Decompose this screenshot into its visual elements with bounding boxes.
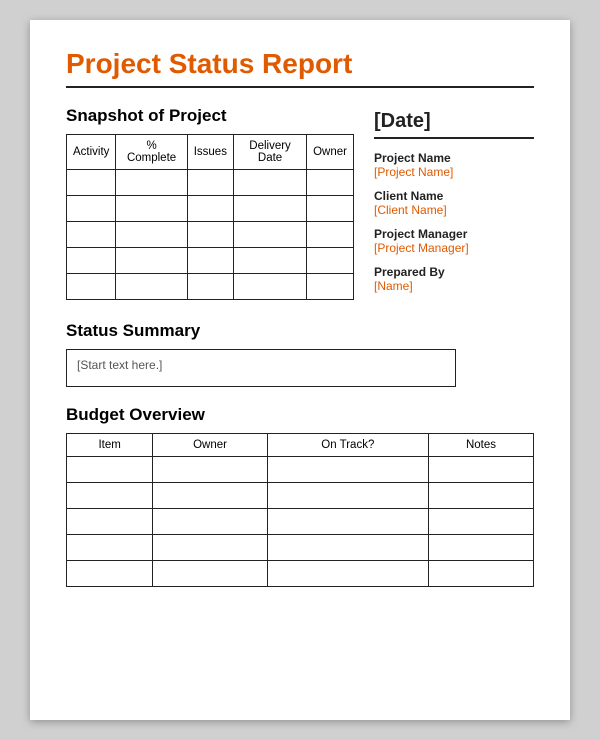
- snapshot-cell[interactable]: [233, 274, 306, 300]
- snapshot-cell[interactable]: [116, 170, 187, 196]
- snapshot-cell[interactable]: [67, 170, 116, 196]
- project-manager-label: Project Manager: [374, 227, 534, 241]
- main-content: Snapshot of Project Activity% CompleteIs…: [66, 106, 534, 303]
- project-manager-value: [Project Manager]: [374, 241, 534, 255]
- prepared-by-value: [Name]: [374, 279, 534, 293]
- snapshot-cell[interactable]: [116, 274, 187, 300]
- snapshot-cell[interactable]: [67, 196, 116, 222]
- title-divider: [66, 86, 534, 88]
- status-placeholder: [Start text here.]: [77, 358, 162, 372]
- snapshot-col-header: Delivery Date: [233, 135, 306, 170]
- date-divider: [374, 137, 534, 139]
- snapshot-cell[interactable]: [233, 248, 306, 274]
- budget-col-header: Owner: [153, 434, 267, 457]
- budget-cell[interactable]: [428, 457, 533, 483]
- budget-cell[interactable]: [267, 561, 428, 587]
- budget-header-row: ItemOwnerOn Track?Notes: [67, 434, 534, 457]
- snapshot-cell[interactable]: [187, 170, 233, 196]
- budget-cell[interactable]: [67, 561, 153, 587]
- snapshot-cell[interactable]: [116, 248, 187, 274]
- table-row: [67, 483, 534, 509]
- table-row: [67, 274, 354, 300]
- table-row: [67, 535, 534, 561]
- budget-cell[interactable]: [153, 535, 267, 561]
- prepared-by-block: Prepared By [Name]: [374, 265, 534, 293]
- snapshot-cell[interactable]: [187, 248, 233, 274]
- report-title: Project Status Report: [66, 48, 534, 80]
- budget-col-header: Item: [67, 434, 153, 457]
- project-manager-block: Project Manager [Project Manager]: [374, 227, 534, 255]
- snapshot-col-header: Activity: [67, 135, 116, 170]
- table-row: [67, 196, 354, 222]
- snapshot-cell[interactable]: [187, 222, 233, 248]
- client-name-value: [Client Name]: [374, 203, 534, 217]
- snapshot-cell[interactable]: [116, 222, 187, 248]
- budget-cell[interactable]: [428, 561, 533, 587]
- snapshot-cell[interactable]: [307, 274, 354, 300]
- budget-cell[interactable]: [428, 535, 533, 561]
- status-heading: Status Summary: [66, 321, 534, 341]
- date-placeholder: [Date]: [374, 110, 534, 133]
- snapshot-heading: Snapshot of Project: [66, 106, 354, 126]
- budget-cell[interactable]: [67, 509, 153, 535]
- budget-cell[interactable]: [267, 457, 428, 483]
- table-row: [67, 457, 534, 483]
- snapshot-header-row: Activity% CompleteIssuesDelivery DateOwn…: [67, 135, 354, 170]
- snapshot-col-header: Owner: [307, 135, 354, 170]
- project-name-value: [Project Name]: [374, 165, 534, 179]
- snapshot-cell[interactable]: [307, 196, 354, 222]
- snapshot-cell[interactable]: [307, 248, 354, 274]
- budget-col-header: Notes: [428, 434, 533, 457]
- budget-cell[interactable]: [428, 483, 533, 509]
- snapshot-table: Activity% CompleteIssuesDelivery DateOwn…: [66, 134, 354, 300]
- budget-cell[interactable]: [153, 457, 267, 483]
- table-row: [67, 248, 354, 274]
- budget-cell[interactable]: [153, 561, 267, 587]
- snapshot-cell[interactable]: [233, 196, 306, 222]
- snapshot-cell[interactable]: [67, 274, 116, 300]
- budget-cell[interactable]: [267, 483, 428, 509]
- budget-table: ItemOwnerOn Track?Notes: [66, 433, 534, 587]
- report-page: Project Status Report Snapshot of Projec…: [30, 20, 570, 720]
- snapshot-cell[interactable]: [67, 222, 116, 248]
- client-name-label: Client Name: [374, 189, 534, 203]
- table-row: [67, 170, 354, 196]
- snapshot-col-header: Issues: [187, 135, 233, 170]
- table-row: [67, 222, 354, 248]
- budget-cell[interactable]: [267, 535, 428, 561]
- snapshot-cell[interactable]: [187, 274, 233, 300]
- table-row: [67, 561, 534, 587]
- prepared-by-label: Prepared By: [374, 265, 534, 279]
- budget-cell[interactable]: [267, 509, 428, 535]
- snapshot-col-header: % Complete: [116, 135, 187, 170]
- snapshot-cell[interactable]: [233, 222, 306, 248]
- budget-cell[interactable]: [67, 457, 153, 483]
- snapshot-cell[interactable]: [307, 222, 354, 248]
- snapshot-cell[interactable]: [187, 196, 233, 222]
- right-column: [Date] Project Name [Project Name] Clien…: [374, 106, 534, 303]
- snapshot-cell[interactable]: [67, 248, 116, 274]
- budget-cell[interactable]: [428, 509, 533, 535]
- project-name-label: Project Name: [374, 151, 534, 165]
- budget-cell[interactable]: [153, 483, 267, 509]
- budget-heading: Budget Overview: [66, 405, 534, 425]
- budget-section: Budget Overview ItemOwnerOn Track?Notes: [66, 405, 534, 587]
- status-section: Status Summary [Start text here.]: [66, 321, 534, 387]
- snapshot-cell[interactable]: [233, 170, 306, 196]
- table-row: [67, 509, 534, 535]
- budget-cell[interactable]: [153, 509, 267, 535]
- budget-cell[interactable]: [67, 483, 153, 509]
- snapshot-cell[interactable]: [307, 170, 354, 196]
- project-name-block: Project Name [Project Name]: [374, 151, 534, 179]
- left-column: Snapshot of Project Activity% CompleteIs…: [66, 106, 354, 303]
- client-name-block: Client Name [Client Name]: [374, 189, 534, 217]
- status-text-box[interactable]: [Start text here.]: [66, 349, 456, 387]
- budget-col-header: On Track?: [267, 434, 428, 457]
- snapshot-cell[interactable]: [116, 196, 187, 222]
- budget-cell[interactable]: [67, 535, 153, 561]
